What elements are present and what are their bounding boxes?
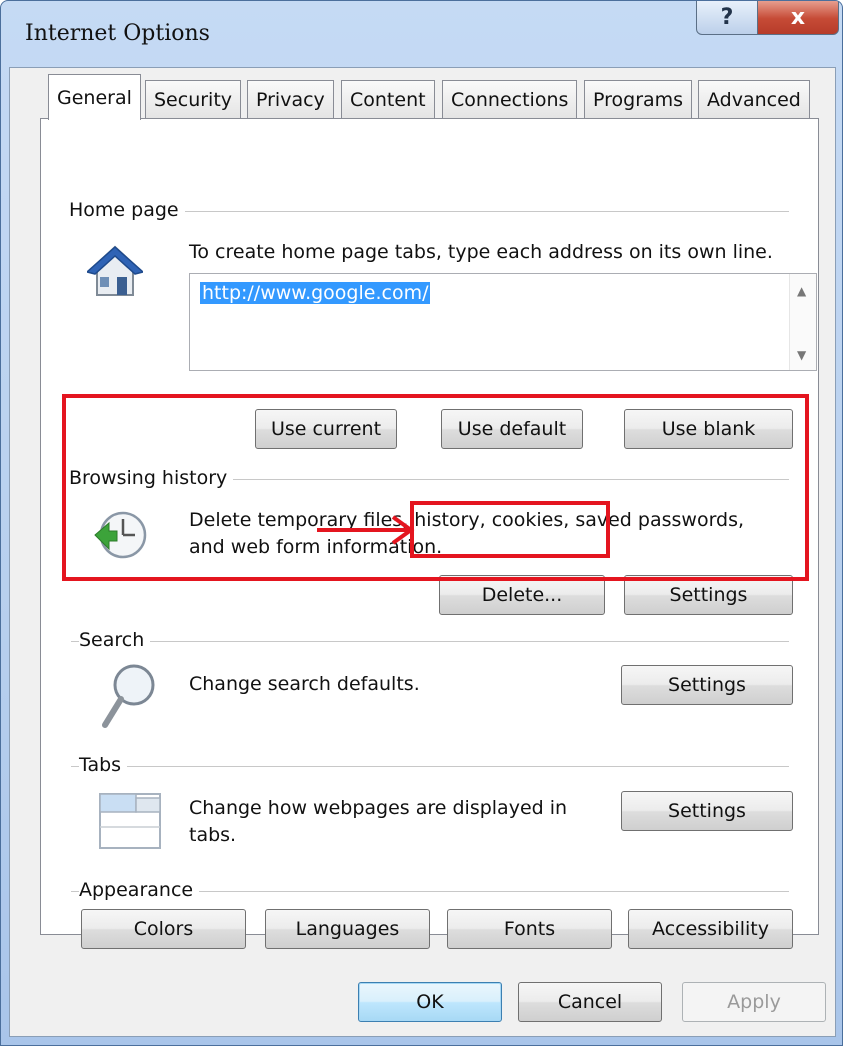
delete-button-highlight-box (410, 501, 610, 558)
browsing-history-settings-button[interactable]: Settings (624, 575, 793, 615)
search-description: Change search defaults. (189, 673, 420, 695)
fonts-button[interactable]: Fonts (447, 909, 612, 949)
group-divider (71, 641, 789, 642)
help-icon: ? (720, 4, 734, 30)
colors-button[interactable]: Colors (81, 909, 246, 949)
tab-content[interactable]: Content (341, 80, 435, 118)
delete-button[interactable]: Delete... (439, 575, 605, 615)
tabs-settings-button[interactable]: Settings (621, 791, 793, 831)
tab-advanced[interactable]: Advanced (698, 80, 810, 118)
search-group-label: Search (79, 629, 151, 651)
tab-security[interactable]: Security (145, 80, 242, 118)
search-settings-button[interactable]: Settings (621, 665, 793, 705)
tab-connections[interactable]: Connections (442, 80, 578, 118)
accessibility-button[interactable]: Accessibility (628, 909, 793, 949)
pointer-arrow-icon (317, 515, 415, 545)
group-divider (71, 766, 789, 767)
tab-programs[interactable]: Programs (584, 80, 693, 118)
title-bar[interactable]: Internet Options ? x (1, 1, 842, 67)
home-page-description: To create home page tabs, type each addr… (189, 241, 773, 263)
tab-general[interactable]: General (48, 74, 141, 120)
tabs-description-line1: Change how webpages are displayed in (189, 797, 568, 819)
internet-options-window: Internet Options ? x General Security Pr… (0, 0, 843, 1046)
tabs-description-line2: tabs. (189, 824, 237, 846)
ok-button[interactable]: OK (358, 982, 502, 1022)
window-title: Internet Options (25, 21, 210, 46)
appearance-group-label: Appearance (79, 879, 200, 901)
tab-privacy[interactable]: Privacy (247, 80, 334, 118)
scroll-down-icon[interactable]: ▼ (797, 348, 806, 362)
textarea-scrollbar[interactable]: ▲ ▼ (789, 274, 816, 370)
languages-button[interactable]: Languages (265, 909, 430, 949)
close-button[interactable]: x (757, 1, 839, 35)
home-page-url-value: http://www.google.com/ (200, 282, 431, 304)
close-icon: x (790, 4, 806, 30)
magnifier-icon (102, 664, 155, 728)
cancel-button[interactable]: Cancel (518, 982, 662, 1022)
scroll-up-icon[interactable]: ▲ (797, 284, 806, 298)
tabs-group-label: Tabs (79, 754, 128, 776)
help-button[interactable]: ? (696, 1, 758, 35)
home-page-group-label: Home page (69, 199, 185, 221)
apply-button: Apply (682, 982, 826, 1022)
tabs-icon (99, 793, 161, 849)
home-icon (87, 245, 143, 296)
home-page-url-textarea[interactable]: http://www.google.com/ ▲ ▼ (189, 273, 817, 371)
